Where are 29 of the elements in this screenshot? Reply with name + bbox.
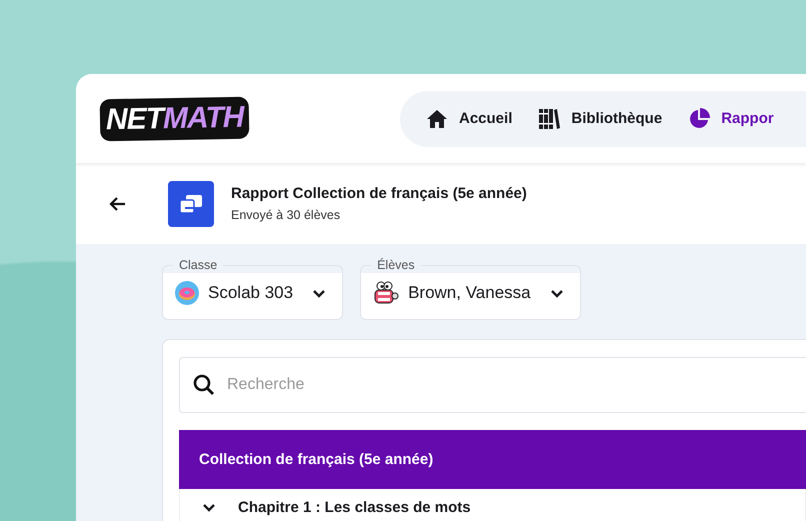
search-input[interactable]: Recherche — [225, 375, 806, 395]
caret-icon — [550, 288, 564, 298]
logo-text: NET — [106, 102, 164, 137]
nav-link[interactable]: Bibliothèque — [538, 108, 662, 130]
home-icon — [426, 108, 448, 128]
dropdown-value: Brown, Vanessa — [408, 283, 531, 303]
search-icon — [193, 374, 215, 396]
nav-link[interactable]: Accueil — [426, 108, 512, 128]
report-subtitle: Envoyé à 30 élèves — [231, 208, 342, 222]
collection-header: Collection de français (5e année) — [179, 430, 806, 489]
pie-chart-icon — [688, 108, 710, 130]
expand-toggle[interactable] — [202, 502, 216, 512]
chapter-title: Chapitre 1 : Les classes de mots — [238, 498, 471, 516]
chevron-down-icon — [202, 502, 216, 512]
search-field[interactable]: Recherche — [179, 357, 806, 413]
logo-text: MATH — [162, 100, 244, 136]
dropdown-value: Scolab 303 — [208, 283, 294, 303]
netmath-logo[interactable]: NETMATH — [100, 96, 250, 141]
back-arrow-icon — [108, 196, 126, 212]
dropdown-label: Élèves — [376, 258, 416, 273]
books-stack-icon — [179, 194, 203, 214]
books-icon — [538, 108, 560, 130]
chattering-teeth-icon — [373, 281, 400, 305]
donut-icon — [175, 281, 199, 305]
dropdown-label: Classe — [178, 258, 218, 273]
report-title: Rapport Collection de français (5e année) — [231, 185, 527, 202]
nav-link[interactable]: Rappor — [688, 108, 774, 130]
back-button[interactable] — [108, 196, 126, 212]
caret-icon — [312, 288, 326, 298]
